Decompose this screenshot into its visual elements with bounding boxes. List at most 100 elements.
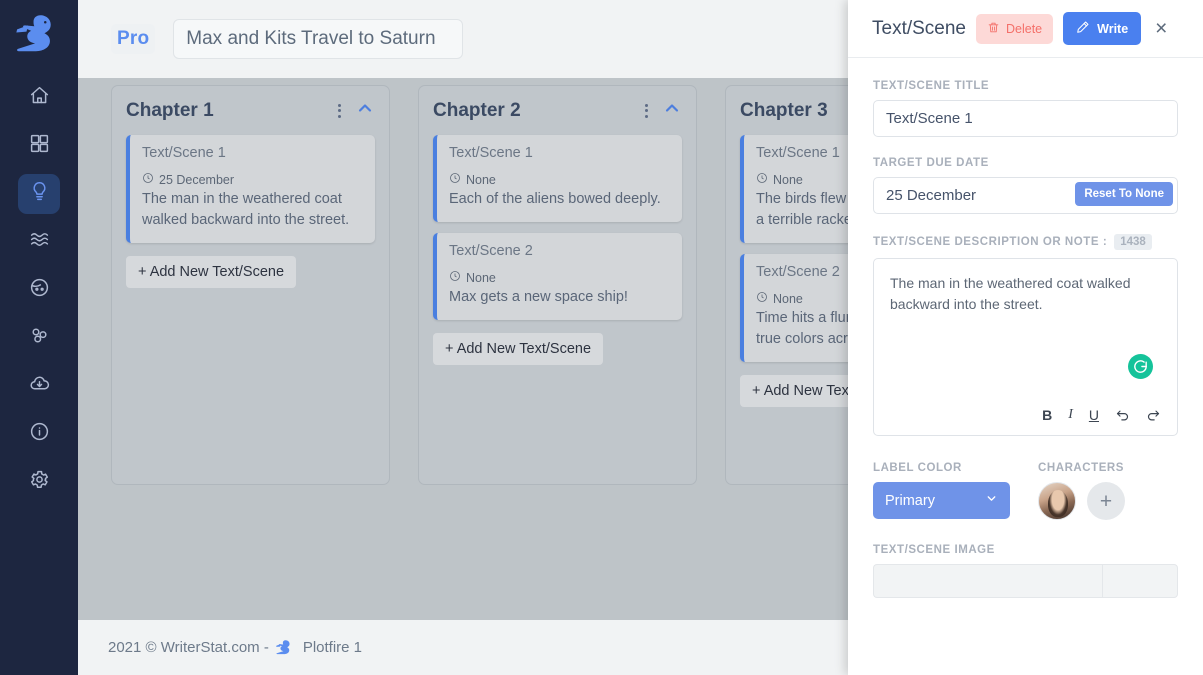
- due-date-label: TARGET DUE DATE: [873, 157, 1178, 169]
- scene-title: Text/Scene 2: [449, 243, 670, 259]
- file-path-box[interactable]: [873, 564, 1102, 598]
- scene-title-input[interactable]: [873, 100, 1178, 137]
- sidebar-item-timeline[interactable]: [18, 222, 60, 262]
- panel-body: TEXT/SCENE TITLE TARGET DUE DATE 25 Dece…: [848, 58, 1203, 675]
- panel-header: Text/Scene Delete Write ×: [848, 0, 1203, 58]
- scene-date-text: None: [466, 173, 496, 187]
- sidebar-item-characters[interactable]: [18, 270, 60, 310]
- chevron-up-icon[interactable]: [662, 98, 682, 123]
- redo-tool[interactable]: [1146, 408, 1161, 423]
- clock-icon: [756, 291, 768, 306]
- label-color-select[interactable]: Primary: [873, 482, 1010, 519]
- label-color-label: LABEL COLOR: [873, 462, 1010, 474]
- description-text[interactable]: The man in the weathered coat walked bac…: [890, 273, 1161, 314]
- sidebar-item-export[interactable]: [18, 366, 60, 406]
- chapter-column: Chapter 2Text/Scene 1NoneEach of the ali…: [418, 85, 697, 485]
- dragon-logo-icon[interactable]: [10, 8, 68, 60]
- characters-label: CHARACTERS: [1038, 462, 1125, 474]
- app-root: Pro Chapter 1 Text/Scene 1 25 December The …: [0, 0, 1203, 675]
- project-title-input[interactable]: [173, 19, 463, 59]
- grammarly-icon[interactable]: [1128, 354, 1153, 379]
- description-editor[interactable]: The man in the weathered coat walked bac…: [873, 258, 1178, 436]
- character-icon: [29, 277, 50, 303]
- chapter-menu-icon[interactable]: [642, 101, 651, 121]
- dragon-logo-icon: [275, 639, 297, 657]
- label-color-value: Primary: [885, 493, 985, 509]
- scene-image-file-input[interactable]: [873, 564, 1178, 598]
- pro-badge[interactable]: Pro: [111, 24, 155, 54]
- scene-card[interactable]: Text/Scene 1NoneEach of the aliens bowed…: [433, 135, 682, 222]
- footer-copyright: 2021 © WriterStat.com -: [108, 639, 269, 656]
- sidebar-items: [0, 78, 78, 502]
- network-icon: [29, 325, 50, 351]
- characters-group: CHARACTERS +: [1038, 462, 1125, 520]
- close-icon[interactable]: ×: [1151, 16, 1171, 41]
- undo-tool[interactable]: [1115, 408, 1130, 423]
- pencil-icon: [1076, 20, 1090, 37]
- add-new-scene-button[interactable]: + Add New Text/Scene: [126, 256, 296, 288]
- italic-tool[interactable]: I: [1068, 407, 1073, 423]
- chapter-title: Chapter 2: [433, 100, 521, 122]
- file-browse-button[interactable]: [1102, 564, 1178, 598]
- chapter-column: Chapter 1 Text/Scene 1 25 December The man …: [111, 85, 390, 485]
- scene-date-text: 25 December: [159, 173, 234, 187]
- scene-due-date: 25 December: [142, 172, 363, 187]
- editor-toolbar: B I U: [1042, 407, 1161, 423]
- cloud-download-icon: [29, 373, 50, 399]
- scene-body: Max gets a new space ship!: [449, 287, 670, 308]
- scene-date-text: None: [773, 173, 803, 187]
- scene-due-date: None: [449, 270, 670, 285]
- avatar[interactable]: [1038, 482, 1076, 520]
- clock-icon: [756, 172, 768, 187]
- chapter-menu-icon[interactable]: [335, 101, 344, 121]
- sidebar-item-dashboard[interactable]: [18, 126, 60, 166]
- add-new-scene-button[interactable]: + Add New Text/Scene: [433, 333, 603, 365]
- due-date-field[interactable]: 25 December Reset To None: [873, 177, 1178, 214]
- character-count-badge: 1438: [1114, 234, 1152, 250]
- trash-icon: [987, 21, 1000, 37]
- description-label: TEXT/SCENE DESCRIPTION OR NOTE :: [873, 236, 1107, 248]
- text-scene-panel: Text/Scene Delete Write × TEXT/SCENE TIT…: [848, 0, 1203, 675]
- write-label: Write: [1097, 22, 1128, 36]
- scene-title: Text/Scene 1: [142, 145, 363, 161]
- description-header: TEXT/SCENE DESCRIPTION OR NOTE : 1438: [873, 234, 1178, 250]
- home-icon: [29, 85, 50, 111]
- characters-list: +: [1038, 482, 1125, 520]
- scene-date-text: None: [466, 271, 496, 285]
- sidebar-item-home[interactable]: [18, 78, 60, 118]
- underline-tool[interactable]: U: [1089, 407, 1099, 423]
- sidebar-item-info[interactable]: [18, 414, 60, 454]
- scene-body: The man in the weathered coat walked bac…: [142, 189, 363, 231]
- info-icon: [29, 421, 50, 447]
- footer-product: Plotfire 1: [303, 639, 362, 656]
- title-field-label: TEXT/SCENE TITLE: [873, 80, 1178, 92]
- scene-due-date: None: [449, 172, 670, 187]
- clock-icon: [449, 270, 461, 285]
- clock-icon: [142, 172, 154, 187]
- chapter-header: Chapter 2: [433, 98, 682, 123]
- write-button[interactable]: Write: [1063, 12, 1141, 45]
- gear-icon: [29, 469, 50, 495]
- chevron-up-icon[interactable]: [355, 98, 375, 123]
- sidebar-item-relations[interactable]: [18, 318, 60, 358]
- reset-to-none-button[interactable]: Reset To None: [1075, 182, 1173, 206]
- sidebar-item-settings[interactable]: [18, 462, 60, 502]
- delete-button[interactable]: Delete: [976, 14, 1053, 44]
- left-sidebar: [0, 0, 78, 675]
- scene-card[interactable]: Text/Scene 1 25 December The man in the we…: [126, 135, 375, 243]
- chapter-actions: [642, 98, 682, 123]
- add-character-button[interactable]: +: [1087, 482, 1125, 520]
- clock-icon: [449, 172, 461, 187]
- bold-tool[interactable]: B: [1042, 407, 1052, 423]
- delete-label: Delete: [1006, 22, 1042, 36]
- chapter-title: Chapter 3: [740, 100, 828, 122]
- scene-title: Text/Scene 1: [449, 145, 670, 161]
- scene-date-text: None: [773, 292, 803, 306]
- lightbulb-icon: [29, 181, 50, 207]
- scene-card[interactable]: Text/Scene 2 None Max gets a new space shi…: [433, 233, 682, 320]
- chapter-title: Chapter 1: [126, 100, 214, 122]
- panel-title: Text/Scene: [872, 18, 966, 40]
- sidebar-item-plot[interactable]: [18, 174, 60, 214]
- color-characters-row: LABEL COLOR Primary CHARACTERS +: [873, 462, 1178, 520]
- due-date-value: 25 December: [886, 187, 976, 204]
